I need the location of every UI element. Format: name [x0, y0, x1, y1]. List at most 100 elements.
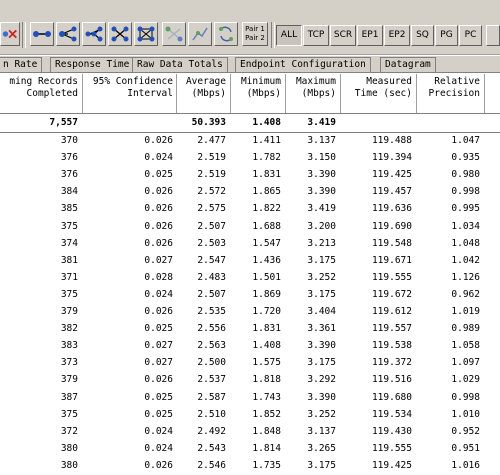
- filter-tcp-button[interactable]: TCP: [303, 25, 329, 46]
- total-maximum: 3.419: [307, 117, 336, 128]
- table-row[interactable]: 370 0.026 2.477 1.411 3.137 119.488 1.047: [0, 132, 500, 150]
- cell-confidence: 0.024: [144, 442, 173, 454]
- tab-datagram[interactable]: Datagram: [380, 57, 436, 72]
- table-row[interactable]: 373 0.027 2.500 1.575 3.175 119.372 1.097: [0, 354, 500, 372]
- table-row[interactable]: 372 0.024 2.492 1.848 3.137 119.430 0.952: [0, 423, 500, 441]
- cell-confidence: 0.024: [144, 152, 173, 164]
- table-row[interactable]: 375 0.024 2.507 1.869 3.175 119.672 0.962: [0, 286, 500, 304]
- cell-relative-precision: 0.989: [451, 323, 480, 335]
- cell-measured-time: 119.394: [371, 152, 412, 164]
- table-row[interactable]: 380 0.024 2.543 1.814 3.265 119.555 0.951: [0, 440, 500, 458]
- table-row[interactable]: 382 0.025 2.556 1.831 3.361 119.557 0.989: [0, 320, 500, 338]
- table-row[interactable]: 376 0.024 2.519 1.782 3.150 119.394 0.935: [0, 149, 500, 167]
- cell-average: 2.575: [197, 203, 226, 215]
- filter-sq-button[interactable]: SQ: [411, 25, 434, 46]
- topology-mesh-icon[interactable]: [134, 22, 158, 46]
- cell-confidence: 0.026: [144, 135, 173, 146]
- cell-confidence: 0.025: [144, 391, 173, 403]
- table-row[interactable]: 385 0.026 2.575 1.822 3.419 119.636 0.995: [0, 200, 500, 218]
- table-row[interactable]: 374 0.026 2.503 1.547 3.213 119.548 1.048: [0, 235, 500, 253]
- cell-relative-precision: 1.042: [451, 254, 480, 266]
- filter-pg-button[interactable]: PG: [435, 25, 458, 46]
- cell-minimum: 1.852: [252, 408, 281, 420]
- table-row[interactable]: 375 0.026 2.507 1.688 3.200 119.690 1.034: [0, 218, 500, 236]
- cell-average: 2.535: [197, 306, 226, 317]
- filter-all-button[interactable]: ALL: [276, 25, 302, 46]
- cell-relative-precision: 0.962: [451, 288, 480, 300]
- cell-minimum: 1.822: [252, 203, 281, 215]
- pair-button[interactable]: Pair 1 Pair 2: [242, 22, 268, 46]
- cell-average: 2.572: [197, 186, 226, 198]
- filter-ep2-button[interactable]: EP2: [384, 25, 410, 46]
- topology-tree-icon[interactable]: [82, 22, 106, 46]
- topology-branch-icon[interactable]: [56, 22, 80, 46]
- cell-maximum: 3.175: [307, 459, 336, 471]
- filter-ep1-button[interactable]: EP1: [357, 25, 383, 46]
- topology-cross-icon[interactable]: [108, 22, 132, 46]
- table-row-total[interactable]: 7,557 50.393 1.408 3.419: [0, 114, 500, 133]
- table-row[interactable]: 375 0.025 2.510 1.852 3.252 119.534 1.010: [0, 406, 500, 424]
- graph-disabled-icon[interactable]: [188, 22, 212, 46]
- total-minimum: 1.408: [252, 117, 281, 128]
- filter-pc-button[interactable]: PC: [459, 25, 482, 46]
- cell-average: 2.563: [197, 340, 226, 352]
- overflow-button[interactable]: [486, 25, 500, 46]
- table-row[interactable]: 379 0.026 2.537 1.818 3.292 119.516 1.029: [0, 371, 500, 389]
- cell-maximum: 3.175: [307, 357, 336, 369]
- tab-raw-data-totals[interactable]: Raw Data Totals: [132, 57, 228, 72]
- cell-confidence: 0.027: [144, 340, 173, 352]
- cell-relative-precision: 0.998: [451, 186, 480, 198]
- table-row[interactable]: 381 0.027 2.547 1.436 3.175 119.671 1.042: [0, 252, 500, 270]
- column-header-confidence-interval[interactable]: 95% Confidence Interval: [84, 76, 173, 110]
- cell-average: 2.507: [197, 220, 226, 232]
- column-header-minimum[interactable]: Minimum (Mbps): [232, 76, 281, 110]
- refresh-pair-icon[interactable]: [214, 22, 238, 46]
- cell-average: 2.546: [197, 459, 226, 471]
- cell-maximum: 3.390: [307, 186, 336, 198]
- cell-relative-precision: 0.935: [451, 152, 480, 164]
- cell-measured-time: 119.534: [371, 408, 412, 420]
- cell-relative-precision: 1.097: [451, 357, 480, 369]
- cell-records: 376: [60, 169, 78, 181]
- column-header-relative-precision[interactable]: Relative Precision: [418, 76, 480, 110]
- table-row[interactable]: 387 0.025 2.587 1.743 3.390 119.680 0.998: [0, 389, 500, 407]
- table-row[interactable]: 384 0.026 2.572 1.865 3.390 119.457 0.998: [0, 183, 500, 201]
- cell-measured-time: 119.690: [371, 220, 412, 232]
- filter-scr-button[interactable]: SCR: [330, 25, 356, 46]
- cell-records: 382: [60, 323, 78, 335]
- column-header-measured-time[interactable]: Measured Time (sec): [342, 76, 412, 110]
- table-row[interactable]: 371 0.028 2.483 1.501 3.252 119.555 1.126: [0, 269, 500, 287]
- cell-average: 2.519: [197, 152, 226, 164]
- cell-records: 375: [60, 408, 78, 420]
- topology-line-icon[interactable]: [30, 22, 54, 46]
- tab-throughput-rate[interactable]: n Rate: [0, 57, 43, 72]
- cell-maximum: 3.137: [307, 135, 336, 146]
- cell-minimum: 1.408: [252, 340, 281, 352]
- network-disabled-icon[interactable]: [162, 22, 186, 46]
- cell-minimum: 1.547: [252, 237, 281, 249]
- cell-average: 2.477: [197, 135, 226, 146]
- column-header-average[interactable]: Average (Mbps): [178, 76, 226, 110]
- table-row[interactable]: 379 0.026 2.535 1.720 3.404 119.612 1.019: [0, 303, 500, 321]
- cell-records: 379: [60, 374, 78, 386]
- cell-records: 381: [60, 254, 78, 266]
- table-row[interactable]: 383 0.027 2.563 1.408 3.390 119.538 1.058: [0, 337, 500, 355]
- cell-minimum: 1.782: [252, 152, 281, 164]
- table-row[interactable]: 380 0.026 2.546 1.735 3.175 119.425 1.016: [0, 457, 500, 475]
- tab-endpoint-configuration[interactable]: Endpoint Configuration: [235, 57, 371, 72]
- cell-maximum: 3.390: [307, 340, 336, 352]
- cell-average: 2.507: [197, 288, 226, 300]
- table-row[interactable]: 376 0.025 2.519 1.831 3.390 119.425 0.980: [0, 166, 500, 184]
- column-header-maximum[interactable]: Maximum (Mbps): [287, 76, 336, 110]
- cell-minimum: 1.436: [252, 254, 281, 266]
- cell-measured-time: 119.457: [371, 186, 412, 198]
- cancel-icon[interactable]: [0, 22, 20, 46]
- cell-measured-time: 119.430: [371, 425, 412, 437]
- cell-maximum: 3.137: [307, 425, 336, 437]
- column-header-records-completed[interactable]: ming Records Completed: [0, 76, 78, 110]
- cell-records: 376: [60, 152, 78, 164]
- pair-label-1: Pair 1: [245, 25, 265, 33]
- tab-response-time[interactable]: Response Time: [50, 57, 135, 72]
- table-header: ming Records Completed 95% Confidence In…: [0, 74, 500, 114]
- cell-measured-time: 119.372: [371, 357, 412, 369]
